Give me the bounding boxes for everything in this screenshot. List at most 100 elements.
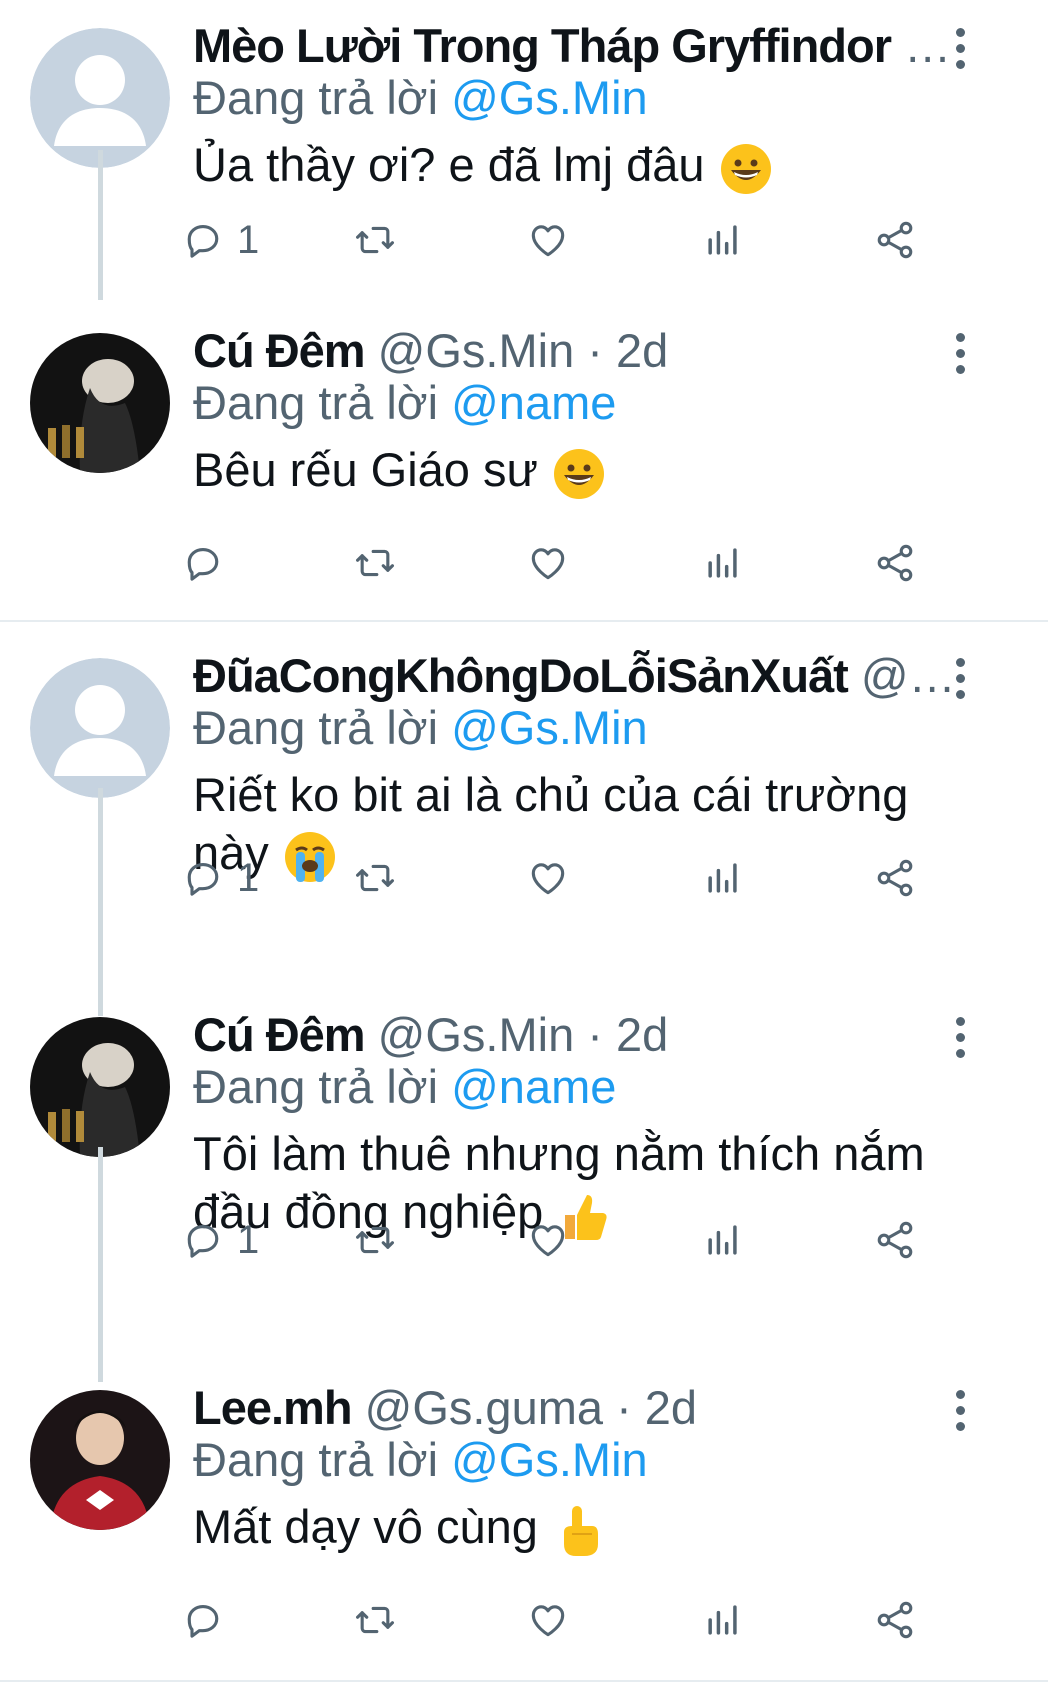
thread-line (98, 150, 103, 300)
more-options-button[interactable] (954, 658, 966, 708)
retweet-button[interactable] (353, 1210, 397, 1270)
more-options-button[interactable] (954, 28, 966, 78)
reply-icon (187, 548, 219, 581)
user-photo-icon (30, 333, 170, 473)
reply-mention-link[interactable]: @Gs.Min (451, 1433, 648, 1486)
handle-time: @Gs.Min · 2d (377, 324, 669, 377)
tweet-text: Bêu rếu Giáo sư (193, 441, 983, 501)
tweet-header: Lee.mh @Gs.guma · 2d (193, 1380, 968, 1436)
tweet-header: Cú Đêm @Gs.Min · 2d (193, 1007, 968, 1063)
display-name[interactable]: ĐũaCongKhôngDoLỗiSảnXuất (193, 649, 849, 702)
more-options-button[interactable] (954, 1017, 966, 1067)
analytics-button[interactable] (701, 533, 745, 593)
display-name[interactable]: Lee.mh (193, 1381, 353, 1434)
analytics-icon (708, 863, 737, 893)
reply-mention-link[interactable]: @name (451, 376, 616, 429)
share-button[interactable] (873, 848, 917, 908)
share-button[interactable] (873, 533, 917, 593)
reply-icon (187, 1605, 219, 1638)
reply-context: Đang trả lời @Gs.Min (193, 1432, 648, 1488)
thread-line (98, 1147, 103, 1382)
tweet-actions: 1 (187, 210, 993, 270)
user-photo-icon (30, 1017, 170, 1157)
analytics-icon (708, 1605, 737, 1635)
reply-button[interactable]: 1 (181, 210, 259, 270)
reply-button[interactable] (181, 1590, 237, 1650)
like-button[interactable] (526, 1210, 570, 1270)
tweet-text-content: Mất dạy vô cùng (193, 1500, 538, 1553)
reply-icon (187, 1225, 219, 1258)
reply-prefix: Đang trả lời (193, 701, 439, 754)
retweet-icon (356, 549, 394, 577)
tweet-text: Ủa thầy ơi? e đã lmj đâu (193, 136, 983, 196)
reply-context: Đang trả lời @Gs.Min (193, 70, 648, 126)
reply-context: Đang trả lời @name (193, 375, 616, 431)
avatar[interactable] (30, 28, 170, 168)
reply-count: 1 (237, 855, 260, 900)
tweet-actions: 1 (187, 848, 993, 908)
avatar[interactable] (30, 1017, 170, 1157)
like-button[interactable] (526, 533, 570, 593)
tweet-text-content: Bêu rếu Giáo sư (193, 443, 538, 496)
avatar[interactable] (30, 658, 170, 798)
retweet-button[interactable] (353, 533, 397, 593)
user-photo-icon (30, 1390, 170, 1530)
display-name[interactable]: Cú Đêm (193, 324, 366, 377)
thread-divider (0, 620, 1048, 622)
analytics-button[interactable] (701, 1590, 745, 1650)
default-avatar-icon (30, 658, 170, 798)
share-icon (877, 221, 913, 259)
share-icon (877, 1221, 913, 1259)
analytics-button[interactable] (701, 210, 745, 270)
like-button[interactable] (526, 848, 570, 908)
share-button[interactable] (873, 1590, 917, 1650)
reply-context: Đang trả lời @name (193, 1059, 616, 1115)
grinning-face-emoji-icon (720, 143, 771, 194)
retweet-icon (356, 1606, 394, 1634)
handle-time: @Gs.guma · 2d (364, 1381, 698, 1434)
reply-button[interactable]: 1 (181, 1210, 259, 1270)
tweet-actions (187, 1590, 993, 1650)
bottom-divider (0, 1680, 1048, 1682)
share-button[interactable] (873, 1210, 917, 1270)
share-button[interactable] (873, 210, 917, 270)
analytics-button[interactable] (701, 848, 745, 908)
like-button[interactable] (526, 1590, 570, 1650)
retweet-icon (356, 864, 394, 892)
more-options-button[interactable] (954, 333, 966, 383)
display-name[interactable]: Mèo Lười Trong Tháp Gryffindor (193, 19, 892, 72)
retweet-icon (356, 1226, 394, 1254)
analytics-button[interactable] (701, 1210, 745, 1270)
retweet-button[interactable] (353, 848, 397, 908)
reply-context: Đang trả lời @Gs.Min (193, 700, 648, 756)
avatar[interactable] (30, 333, 170, 473)
reply-mention-link[interactable]: @Gs.Min (451, 71, 648, 124)
display-name[interactable]: Cú Đêm (193, 1008, 366, 1061)
tweet-header: Mèo Lười Trong Tháp Gryffindor … (193, 18, 968, 74)
reply-button[interactable] (181, 533, 237, 593)
analytics-icon (708, 225, 737, 255)
heart-icon (531, 548, 565, 580)
analytics-icon (708, 1225, 737, 1255)
grinning-face-emoji-icon (553, 448, 604, 499)
tweet-header: Cú Đêm @Gs.Min · 2d (193, 323, 968, 379)
reply-prefix: Đang trả lời (193, 1433, 439, 1486)
reply-mention-link[interactable]: @name (451, 1060, 616, 1113)
reply-mention-link[interactable]: @Gs.Min (451, 701, 648, 754)
avatar[interactable] (30, 1390, 170, 1530)
reply-feed: Mèo Lười Trong Tháp Gryffindor … Đang tr… (0, 0, 1048, 1692)
handle-time: … (904, 19, 952, 72)
more-options-button[interactable] (954, 1390, 966, 1440)
share-icon (877, 859, 913, 897)
retweet-button[interactable] (353, 1590, 397, 1650)
tweet-actions: 1 (187, 1210, 993, 1270)
reply-button[interactable]: 1 (181, 848, 259, 908)
retweet-button[interactable] (353, 210, 397, 270)
heart-icon (531, 1225, 565, 1257)
tweet-header: ĐũaCongKhôngDoLỗiSảnXuất @… (193, 648, 968, 704)
tweet-actions (187, 533, 993, 593)
heart-icon (531, 863, 565, 895)
thread-line (98, 788, 103, 1016)
like-button[interactable] (526, 210, 570, 270)
reply-prefix: Đang trả lời (193, 1060, 439, 1113)
